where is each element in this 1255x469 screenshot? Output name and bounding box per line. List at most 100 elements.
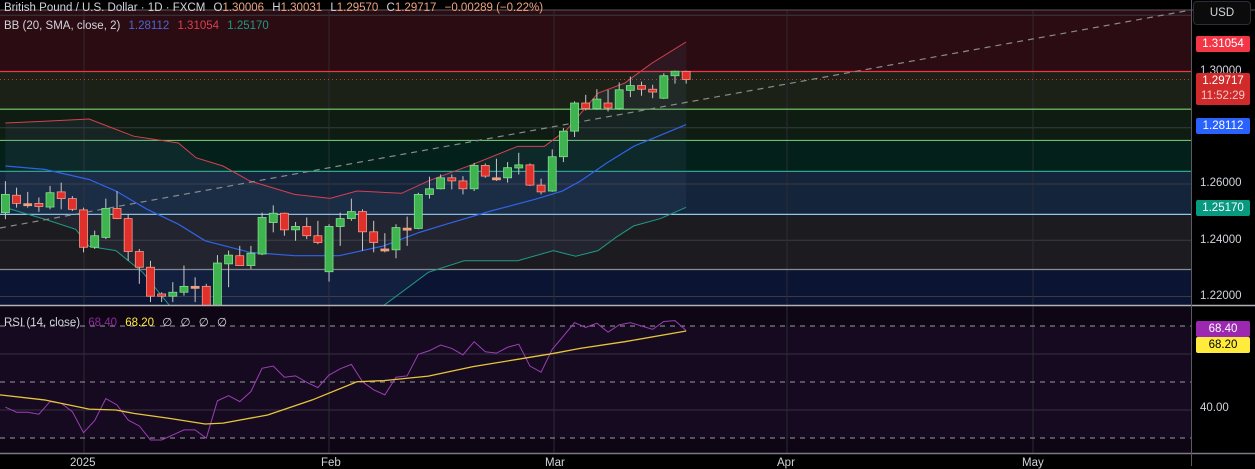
candle-body (458, 180, 468, 190)
bar-countdown: 11:52:29 (1201, 90, 1245, 102)
candle-body (670, 70, 680, 77)
rsi-name: RSI (14, close) (4, 317, 81, 329)
currency-button[interactable]: USD (1193, 1, 1251, 25)
candle-body (514, 164, 524, 169)
rsi-ma-badge: 68.20 (1196, 337, 1250, 353)
candle-body (536, 184, 546, 193)
candle (146, 260, 155, 303)
candle-body (380, 248, 390, 252)
candle-body (235, 255, 245, 266)
rsi-badge: 68.40 (1196, 321, 1250, 337)
symbol-legend[interactable]: British Pound / U.S. Dollar · 1D · FXCM … (4, 2, 548, 14)
candle (480, 163, 490, 178)
candle-body (648, 88, 658, 93)
candle-body (101, 208, 111, 238)
candle (413, 192, 423, 230)
candle-body (246, 252, 256, 266)
candle-body (34, 203, 44, 207)
candle-body (436, 177, 446, 190)
candle-body (625, 85, 635, 91)
candle-body (570, 102, 579, 132)
empty-value: ∅ (180, 317, 191, 329)
bb-lower-badge: 1.25170 (1196, 200, 1250, 216)
time-label: May (1022, 457, 1044, 469)
rsi-value: 68.40 (88, 317, 118, 329)
high-value: 1.30031 (280, 2, 323, 14)
empty-value: ∅ (162, 317, 173, 329)
candle-body (157, 293, 167, 297)
candle-body (346, 211, 356, 219)
candle-body (559, 130, 568, 158)
bb-name: BB (20, SMA, close, 2) (4, 20, 121, 32)
candle-body (12, 194, 21, 204)
time-label: Feb (321, 457, 341, 469)
price-label: 1.24000 (1200, 234, 1242, 246)
candle-body (469, 165, 479, 190)
candle (67, 196, 77, 211)
candle-body (547, 156, 557, 192)
candle (525, 163, 535, 186)
candle-body (168, 291, 178, 297)
candle-body (637, 85, 646, 90)
empty-value: ∅ (216, 317, 227, 329)
candle-body (402, 227, 412, 231)
rsi-ma-value: 68.20 (125, 317, 155, 329)
candle-body (358, 211, 367, 233)
open-value: 1.30006 (222, 2, 265, 14)
empty-value: ∅ (198, 317, 209, 329)
candle-body (503, 167, 513, 179)
candle-body (56, 191, 66, 200)
candle-body (146, 266, 155, 297)
candle-body (413, 194, 423, 229)
low-value: 1.29570 (336, 2, 379, 14)
candle-body (0, 194, 10, 214)
candle (201, 283, 211, 305)
candle-body (134, 251, 144, 268)
bb-upper-value: 1.31054 (177, 20, 220, 32)
candle-body (447, 177, 457, 182)
candle-body (391, 227, 401, 251)
bb-basis-badge: 1.28112 (1196, 118, 1250, 134)
change-value: −0.00289 (−0.22%) (444, 2, 544, 14)
time-label: 2025 (70, 457, 96, 469)
candle-body (291, 226, 300, 231)
price-label: 1.26000 (1200, 177, 1242, 189)
candle-body (335, 218, 345, 227)
candle-body (492, 177, 501, 181)
time-label: Apr (777, 457, 795, 469)
candle-body (614, 89, 624, 110)
candle-body (659, 75, 669, 99)
bb-basis-value: 1.28112 (128, 20, 170, 32)
candle-body (581, 102, 591, 110)
candle-body (681, 70, 691, 80)
chart-canvas[interactable] (0, 0, 1255, 466)
candle-body (257, 217, 267, 255)
candle-body (112, 208, 122, 219)
candle-body (213, 262, 222, 305)
rsi-label: 40.00 (1200, 402, 1229, 414)
symbol-title: British Pound / U.S. Dollar · 1D · FXCM (4, 2, 206, 14)
candle-body (79, 209, 88, 248)
last-price-badge: 1.29717 11:52:29 (1196, 73, 1250, 105)
candle (257, 212, 267, 256)
candle-body (90, 235, 100, 248)
bb-lower-value: 1.25170 (227, 20, 269, 32)
candle-body (123, 218, 133, 252)
candle (559, 128, 568, 163)
candle (659, 73, 669, 100)
candle-body (313, 235, 323, 243)
candle-body (603, 102, 613, 109)
candle-body (179, 285, 189, 293)
candle-body (425, 188, 434, 195)
candle-body (67, 198, 77, 210)
candle-body (592, 98, 602, 110)
candle-body (279, 212, 289, 231)
candle (213, 255, 222, 305)
candle-body (268, 212, 278, 223)
close-value: 1.29717 (394, 2, 437, 14)
candle-body (190, 285, 200, 289)
rsi-legend[interactable]: RSI (14, close) 68.40 68.20 ∅ ∅ ∅ ∅ (4, 315, 232, 329)
candle-body (369, 231, 379, 243)
bb-legend[interactable]: BB (20, SMA, close, 2) 1.28112 1.31054 1… (4, 20, 274, 32)
candle-body (23, 203, 33, 207)
